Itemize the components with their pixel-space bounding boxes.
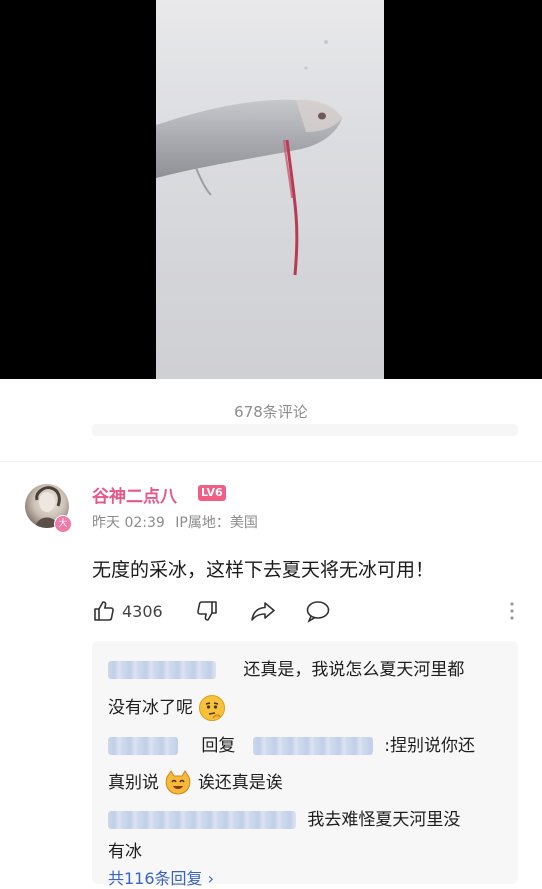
comments-sheet: 678条评论 大 谷神二点八 LV6 昨天 02:39 IP属地：美国 无度的采… (0, 379, 542, 888)
more-button[interactable] (502, 599, 522, 625)
reply-item[interactable]: 我去难怪夏天河里没 (108, 805, 460, 830)
comment-input-bar[interactable] (92, 424, 518, 436)
more-vertical-icon (510, 602, 514, 620)
share-button[interactable] (250, 599, 276, 623)
thumbs-down-icon (197, 601, 217, 621)
reply-text: :捏别说你还 (384, 736, 475, 756)
blurred-username (108, 661, 216, 679)
comment-actions: 4306 (92, 599, 522, 625)
thumbs-up-icon (94, 601, 114, 621)
avatar-badge: 大 (54, 515, 72, 533)
level-badge: LV6 (198, 485, 226, 501)
reply-text-continued: 诶还真是诶 (197, 773, 283, 793)
reply-button[interactable] (305, 599, 331, 623)
reply-item[interactable]: 回复 :捏别说你还 (108, 731, 475, 756)
reply-text-continued: 真别说 (108, 773, 159, 793)
reply-continuation: 真别说 诶还真是诶 (108, 768, 283, 797)
reply-item[interactable]: 还真是，我说怎么夏天河里都 (108, 655, 464, 680)
replies-panel: 还真是，我说怎么夏天河里都 没有冰了呢 回复 :捏别说你还 真别说 诶还真是诶 … (92, 641, 518, 888)
reply-text: 我去难怪夏天河里没 (307, 810, 461, 830)
comment-time: 昨天 02:39 (92, 515, 165, 531)
video-player[interactable] (0, 0, 542, 379)
reply-word: 回复 (201, 736, 236, 756)
divider (0, 461, 542, 462)
username[interactable]: 谷神二点八 (92, 482, 177, 507)
ip-location: IP属地：美国 (175, 515, 258, 531)
cat-emoji-icon (166, 770, 191, 795)
fish-image (156, 40, 342, 276)
reply-text-continued: 没有冰了呢 (108, 698, 193, 718)
reply-continuation: 有冰 (108, 837, 142, 862)
video-frame (156, 0, 384, 379)
reply-text-continued: 有冰 (108, 842, 142, 862)
like-count: 4306 (122, 601, 163, 621)
like-button[interactable]: 4306 (92, 599, 163, 623)
reply-continuation: 没有冰了呢 (108, 693, 226, 722)
view-all-replies-link[interactable]: 共116条回复 › (108, 865, 214, 889)
reply-text: 还真是，我说怎么夏天河里都 (243, 660, 465, 680)
dislike-button[interactable] (195, 599, 219, 623)
blurred-username (252, 737, 373, 755)
comment-count: 678条评论 (234, 403, 308, 421)
comment-meta: 昨天 02:39 IP属地：美国 (92, 512, 258, 532)
share-icon (251, 602, 275, 621)
comment-text: 无度的采冰，这样下去夏天将无冰可用！ (92, 559, 435, 581)
chat-bubble-icon (306, 601, 330, 623)
thinking-emoji-icon (199, 695, 226, 721)
blurred-username (108, 811, 296, 829)
blurred-username (108, 737, 178, 755)
